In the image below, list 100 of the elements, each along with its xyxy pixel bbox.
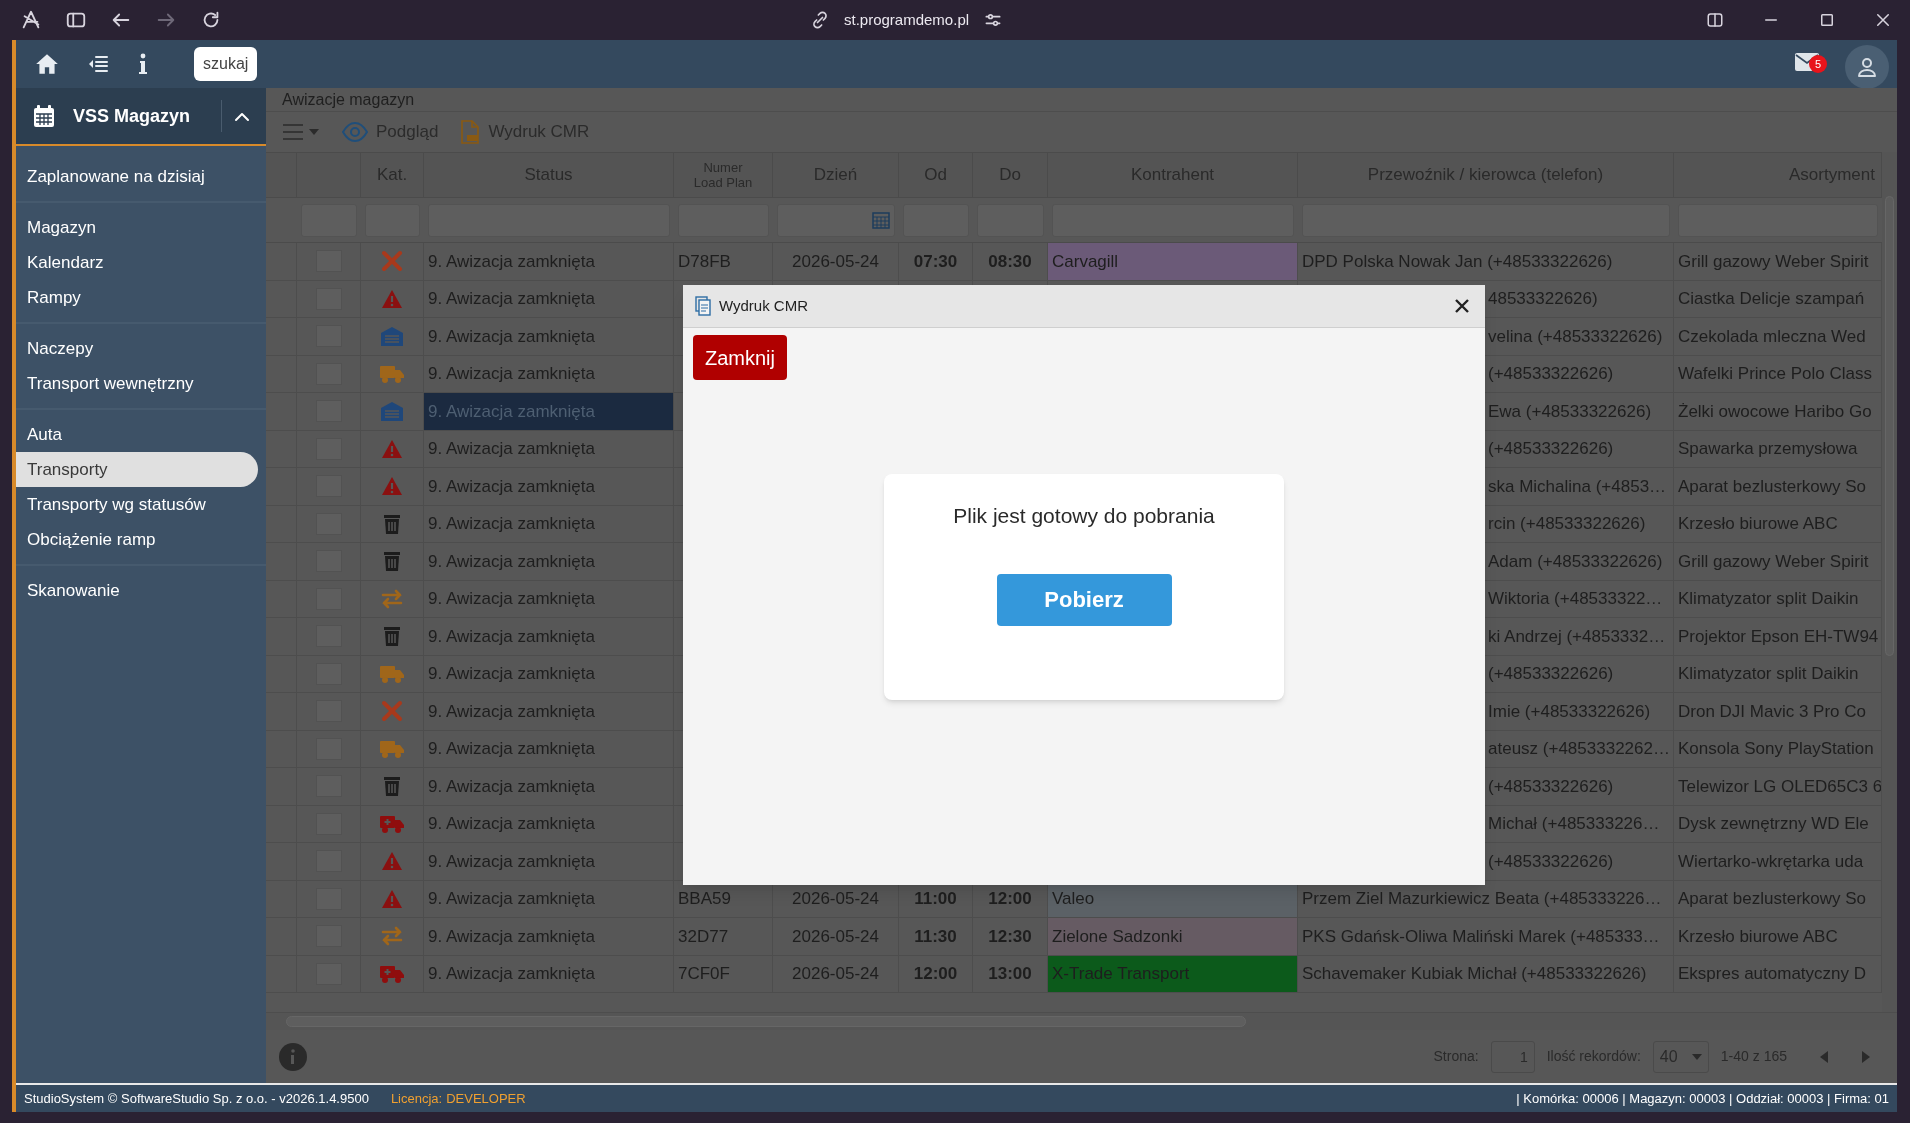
status-cell[interactable]: 9. Awizacja zamknięta <box>424 918 674 955</box>
product-cell-text: Wafelki Prince Polo Class <box>1678 363 1872 385</box>
caret-icon <box>308 128 320 136</box>
product-cell-text: Spawarka przemysłowa <box>1678 438 1858 460</box>
carrier-cell-text: Wiktoria (+48533322… <box>1488 588 1663 610</box>
triangle-left-icon <box>1820 1050 1828 1063</box>
search-button[interactable]: szukaj <box>194 47 258 81</box>
sidebar-item[interactable]: Kalendarz <box>16 245 258 280</box>
swap-arrows-icon <box>380 926 404 947</box>
horizontal-scrollbar[interactable] <box>266 1012 1897 1030</box>
calendar-icon <box>34 105 54 127</box>
url-text[interactable]: st.programdemo.pl <box>844 8 970 32</box>
app-logo-icon[interactable] <box>20 9 42 31</box>
carrier-cell-text: velina (+48533322626) <box>1488 325 1663 348</box>
status-cell[interactable]: 9. Awizacja zamknięta <box>424 505 674 542</box>
date-cell-text: 2026-05-24 <box>792 963 879 985</box>
contractor-cell: X-Trade Transport <box>1048 955 1298 992</box>
contractor-cell: Zielone Sadzonki <box>1048 918 1298 955</box>
sidebar-item[interactable]: Naczepy <box>16 331 258 366</box>
product-cell-text: Aparat bezlusterkowy So <box>1678 475 1867 498</box>
info-icon[interactable] <box>136 52 150 76</box>
sidebar-item[interactable]: Zaplanowane na dzisiaj <box>16 159 258 194</box>
triangle-right-icon <box>1862 1050 1870 1063</box>
time-cell-text: 12:00 <box>913 963 958 985</box>
date-cell-text: 2026-05-24 <box>792 925 879 948</box>
warning-icon <box>381 438 403 459</box>
status-cell[interactable]: 9. Awizacja zamknięta <box>424 730 674 767</box>
session-info: | Komórka: 00006 | Magazyn: 00003 | Oddział: 00003 | Firma: 01 <box>1516 1089 1889 1108</box>
truck-icon <box>379 738 405 759</box>
dialog-title: Wydruk CMR <box>719 295 810 316</box>
date-cell-text: 2026-05-24 <box>792 888 879 910</box>
close-button[interactable]: Zamknij <box>693 335 787 380</box>
load-plan-number: 32D77 <box>678 925 729 948</box>
status-cell[interactable]: 9. Awizacja zamknięta <box>424 768 674 805</box>
status-cell[interactable]: 9. Awizacja zamknięta <box>424 543 674 580</box>
carrier-cell-text: DPD Polska Nowak Jan (+48533322626) <box>1302 250 1613 273</box>
carrier-cell-text: Adam (+48533322626) <box>1488 550 1663 573</box>
status-cell[interactable]: 9. Awizacja zamknięta <box>424 880 674 917</box>
status-cell[interactable]: 9. Awizacja zamknięta <box>424 805 674 842</box>
status-cell[interactable]: 9. Awizacja zamknięta <box>424 280 674 317</box>
product-cell-text: Klimatyzator split Daikin <box>1678 663 1859 685</box>
trash-icon <box>383 775 401 798</box>
user-avatar[interactable] <box>1845 45 1889 89</box>
product-cell-text: Projektor Epson EH-TW94 <box>1678 625 1879 648</box>
product-cell-text: Dysk zewnętrzny WD Ele <box>1678 813 1869 835</box>
time-cell-text: 11:30 <box>914 925 957 948</box>
warning-icon <box>381 476 403 497</box>
sidebar-item[interactable]: Skanowanie <box>16 573 258 608</box>
sidebar-item[interactable]: Transporty <box>16 452 258 487</box>
swap-arrows-icon <box>380 588 404 609</box>
menu-dropdown[interactable] <box>282 123 320 141</box>
time-cell-text: 12:00 <box>988 888 1032 910</box>
product-cell-text: Żelki owocowe Haribo Go <box>1678 400 1872 423</box>
warning-icon <box>381 851 403 872</box>
calendar-icon[interactable] <box>872 211 890 229</box>
trash-icon <box>383 625 401 648</box>
sidebar-item[interactable]: Rampy <box>16 280 258 315</box>
sidebar-header[interactable]: VSS Magazyn <box>16 88 266 146</box>
carrier-cell-text: Przem Ziel Mazurkiewicz Beata (+485333226… <box>1302 888 1662 910</box>
eye-icon <box>342 122 368 142</box>
filter-field[interactable] <box>777 203 895 237</box>
contractor-cell: Carvagill <box>1048 243 1298 280</box>
maximize-icon[interactable] <box>1818 11 1836 29</box>
status-cell[interactable]: 9. Awizacja zamknięta <box>424 955 674 992</box>
status-cell[interactable]: 9. Awizacja zamknięta <box>424 318 674 355</box>
garage-icon <box>380 326 404 347</box>
split-view-icon[interactable] <box>1706 11 1724 29</box>
close-icon[interactable] <box>1874 11 1892 29</box>
carrier-cell-text: PKS Gdańsk-Oliwa Maliński Marek (+485333… <box>1302 925 1660 948</box>
close-icon <box>1454 298 1470 314</box>
pdf-file-icon <box>460 120 481 144</box>
load-plan-number: D78FB <box>678 250 731 273</box>
status-cell[interactable]: 9. Awizacja zamknięta <box>424 430 674 467</box>
status-cell[interactable]: 9. Awizacja zamknięta <box>424 693 674 730</box>
product-cell-text: Krzesło biurowe ABC <box>1678 513 1838 535</box>
status-cell[interactable]: 9. Awizacja zamknięta <box>424 618 674 655</box>
download-button[interactable]: Pobierz <box>996 573 1172 626</box>
link-icon <box>810 10 830 30</box>
time-cell-text: 13:00 <box>988 963 1032 985</box>
garage-icon <box>380 401 404 422</box>
status-cell[interactable]: 9. Awizacja zamknięta <box>424 655 674 692</box>
carrier-cell-text: Ewa (+48533322626) <box>1488 400 1652 423</box>
product-cell-text: Grill gazowy Weber Spirit <box>1678 550 1869 573</box>
status-cell[interactable]: 9. Awizacja zamknięta <box>424 843 674 880</box>
license-value: DEVELOPER <box>446 1089 526 1108</box>
time-cell-text: 07:30 <box>913 250 958 273</box>
status-cell[interactable]: 9. Awizacja zamknięta <box>424 243 674 280</box>
user-icon <box>1855 55 1879 79</box>
sidebar-item[interactable]: Auta <box>16 417 258 452</box>
sidebar-item[interactable]: Transport wewnętrzny <box>16 366 258 401</box>
status-cell[interactable]: 9. Awizacja zamknięta <box>424 580 674 617</box>
sidebar-item[interactable]: Transporty wg statusów <box>16 487 258 522</box>
sidebar-item[interactable]: Magazyn <box>16 210 258 245</box>
carrier-cell-text: (+48533322626) <box>1488 663 1614 685</box>
product-cell-text: Grill gazowy Weber Spirit <box>1678 250 1869 273</box>
license-label: Licencja: <box>390 1089 443 1108</box>
status-cell[interactable]: 9. Awizacja zamknięta <box>424 355 674 392</box>
status-cell[interactable]: 9. Awizacja zamknięta <box>424 468 674 505</box>
warning-icon <box>381 288 403 309</box>
sidebar-item[interactable]: Obciążenie ramp <box>16 522 258 557</box>
